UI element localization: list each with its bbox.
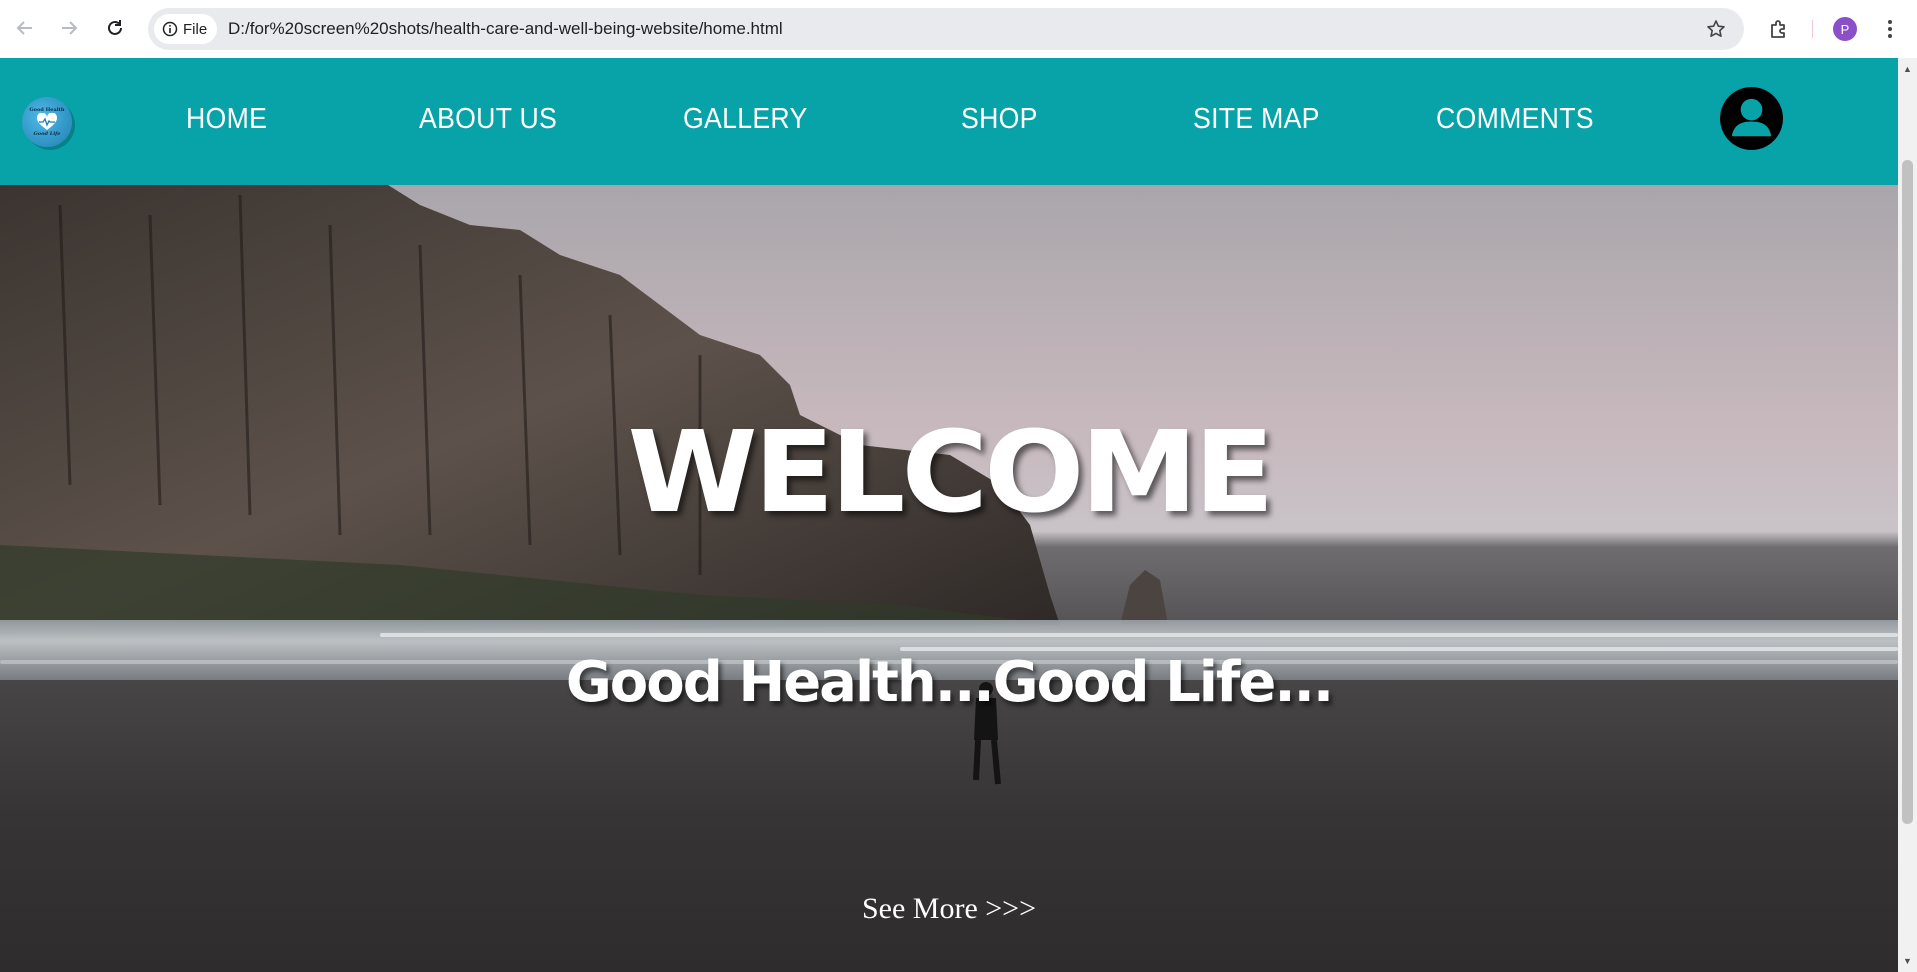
nav-home[interactable]: HOME: [186, 103, 267, 136]
hero-section: WELCOME Good Health...Good Life... See M…: [0, 185, 1898, 972]
nav-about-us[interactable]: ABOUT US: [419, 103, 557, 136]
nav-shop[interactable]: SHOP: [961, 103, 1038, 136]
toolbar-divider: [1812, 20, 1813, 38]
bookmark-star-icon[interactable]: [1704, 17, 1728, 41]
site-logo[interactable]: Good Health Good Life: [22, 97, 72, 147]
user-account-icon[interactable]: [1720, 87, 1783, 150]
scroll-thumb[interactable]: [1902, 160, 1913, 824]
see-more-link[interactable]: See More >>>: [0, 892, 1898, 926]
arrow-left-icon: [16, 21, 32, 35]
site-info-chip[interactable]: File: [154, 14, 218, 44]
address-bar[interactable]: File D:/for%20screen%20shots/health-care…: [148, 8, 1744, 50]
scroll-down-icon[interactable]: ▼: [1898, 952, 1917, 970]
arrow-right-icon: [62, 21, 78, 35]
reload-icon: [108, 20, 122, 35]
nav-gallery[interactable]: GALLERY: [683, 103, 808, 136]
browser-toolbar: File D:/for%20screen%20shots/health-care…: [0, 0, 1917, 58]
scroll-up-icon[interactable]: ▲: [1898, 60, 1917, 78]
reload-button[interactable]: [99, 12, 131, 44]
info-icon: [162, 21, 178, 37]
page-viewport: Good Health Good Life HOME ABOUT US GALL…: [0, 58, 1898, 972]
back-button[interactable]: [9, 12, 41, 44]
wave-line: [380, 633, 1898, 637]
profile-avatar[interactable]: P: [1833, 17, 1857, 41]
more-menu-icon[interactable]: [1878, 14, 1902, 44]
page-scrollbar[interactable]: ▲ ▼: [1898, 58, 1917, 972]
hero-title: WELCOME: [627, 406, 1275, 538]
nav-comments[interactable]: COMMENTS: [1436, 103, 1594, 136]
logo-text-bottom: Good Life: [33, 131, 61, 137]
forward-button[interactable]: [53, 12, 85, 44]
hero-tagline: Good Health...Good Life...: [565, 650, 1334, 715]
heart-pulse-icon: [36, 113, 58, 130]
nav-site-map[interactable]: SITE MAP: [1193, 103, 1320, 136]
extensions-icon[interactable]: [1764, 14, 1794, 44]
url-text[interactable]: D:/for%20screen%20shots/health-care-and-…: [228, 8, 783, 50]
site-header: Good Health Good Life HOME ABOUT US GALL…: [0, 58, 1898, 185]
site-chip-label: File: [183, 20, 208, 38]
